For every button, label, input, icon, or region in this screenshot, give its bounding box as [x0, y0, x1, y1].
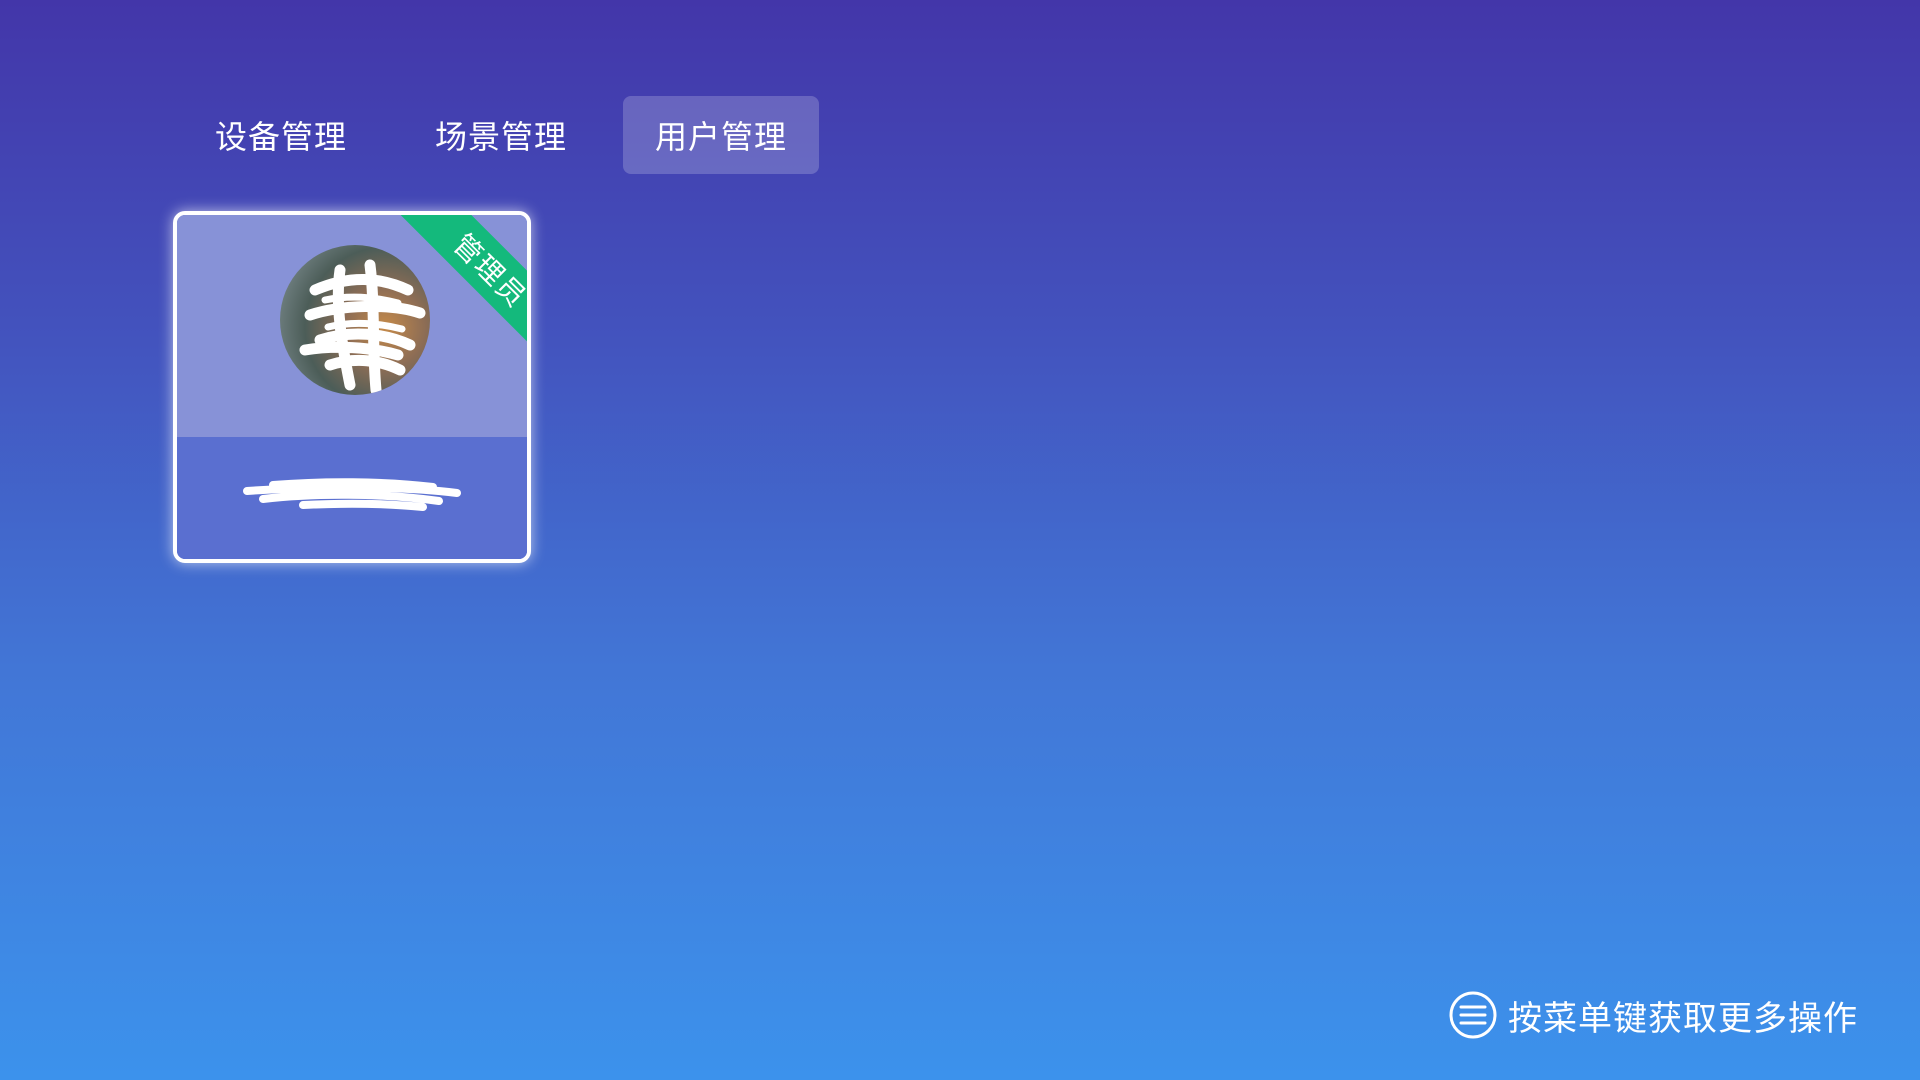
menu-hint: 按菜单键获取更多操作	[1448, 988, 1858, 1042]
tab-device-management[interactable]: 设备管理	[183, 96, 379, 174]
menu-icon	[1449, 991, 1497, 1039]
hint-text: 按菜单键获取更多操作	[1508, 998, 1858, 1039]
tab-user-management[interactable]: 用户管理	[623, 96, 819, 174]
avatar-redaction-scribble	[299, 259, 426, 395]
avatar	[280, 245, 430, 395]
name-redaction-scribble	[243, 478, 461, 511]
tab-scene-management[interactable]: 场景管理	[403, 96, 599, 174]
top-tab-bar: 设备管理 场景管理 用户管理	[183, 96, 843, 174]
user-card[interactable]: 管理员	[173, 211, 531, 563]
card-name-area	[177, 437, 527, 559]
